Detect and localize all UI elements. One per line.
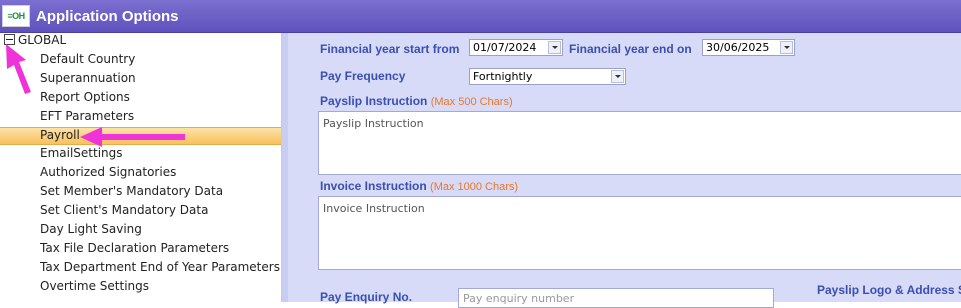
tree-item-authorized-signatories[interactable]: Authorized Signatories [40, 165, 176, 183]
invoice-instruction-label: Invoice Instruction (Max 1000 Chars) [320, 179, 518, 193]
tree-item-eft-parameters[interactable]: EFT Parameters [40, 109, 134, 127]
pay-frequency-value: Fortnightly [473, 70, 533, 83]
fy-end-date-picker[interactable]: 30/06/2025 [702, 39, 795, 56]
payroll-settings-panel: Financial year start from 01/07/2024 Fin… [282, 33, 961, 308]
fy-start-label: Financial year start from [320, 42, 460, 56]
invoice-instruction-textarea[interactable]: Invoice Instruction [318, 196, 961, 270]
tree-item-day-light-saving[interactable]: Day Light Saving [40, 222, 142, 240]
payslip-instruction-note: (Max 500 Chars) [430, 96, 513, 108]
pay-frequency-select[interactable]: Fortnightly [469, 68, 626, 85]
tree-item-tax-dept-eoy[interactable]: Tax Department End of Year Parameters [40, 260, 280, 278]
payslip-logo-section-label: Payslip Logo & Address S [817, 283, 961, 297]
app-logo: ≡OH [2, 5, 30, 27]
tree-item-member-mandatory-data[interactable]: Set Member's Mandatory Data [40, 184, 223, 202]
tree-item-tax-file-declaration[interactable]: Tax File Declaration Parameters [40, 241, 229, 259]
payslip-instruction-label: Payslip Instruction (Max 500 Chars) [320, 94, 513, 108]
window-title: Application Options [36, 7, 179, 25]
tree-item-email-settings[interactable]: EmailSettings [40, 146, 123, 164]
tree-item-client-mandatory-data[interactable]: Set Client's Mandatory Data [40, 203, 208, 221]
chevron-down-icon[interactable] [780, 41, 793, 54]
fy-end-value: 30/06/2025 [706, 41, 770, 54]
payslip-instruction-title: Payslip Instruction [320, 94, 428, 108]
tree-root-label: GLOBAL [18, 33, 67, 47]
tree-item-default-country[interactable]: Default Country [40, 52, 135, 70]
collapse-icon[interactable] [4, 34, 15, 45]
chevron-down-icon[interactable] [611, 70, 624, 83]
payroll-form: Financial year start from 01/07/2024 Fin… [288, 33, 961, 308]
invoice-instruction-title: Invoice Instruction [320, 179, 427, 193]
tree-item-superannuation[interactable]: Superannuation [40, 71, 136, 89]
tree-item-payroll[interactable]: Payroll [0, 127, 281, 145]
payslip-instruction-textarea[interactable]: Payslip Instruction [318, 111, 961, 175]
pay-enquiry-input[interactable]: Pay enquiry number [458, 288, 774, 308]
chevron-down-icon[interactable] [548, 41, 561, 54]
tree-root-global[interactable]: GLOBAL [4, 33, 66, 51]
pay-frequency-label: Pay Frequency [320, 69, 406, 83]
fy-start-value: 01/07/2024 [473, 41, 537, 54]
fy-start-date-picker[interactable]: 01/07/2024 [469, 39, 563, 56]
options-tree: GLOBAL Default Country Superannuation Re… [0, 33, 282, 302]
tree-item-overtime-settings[interactable]: Overtime Settings [40, 279, 149, 297]
tree-item-report-options[interactable]: Report Options [40, 90, 130, 108]
fy-end-label: Financial year end on [569, 42, 692, 56]
title-bar: ≡OH Application Options [0, 0, 961, 33]
invoice-instruction-note: (Max 1000 Chars) [430, 181, 519, 193]
